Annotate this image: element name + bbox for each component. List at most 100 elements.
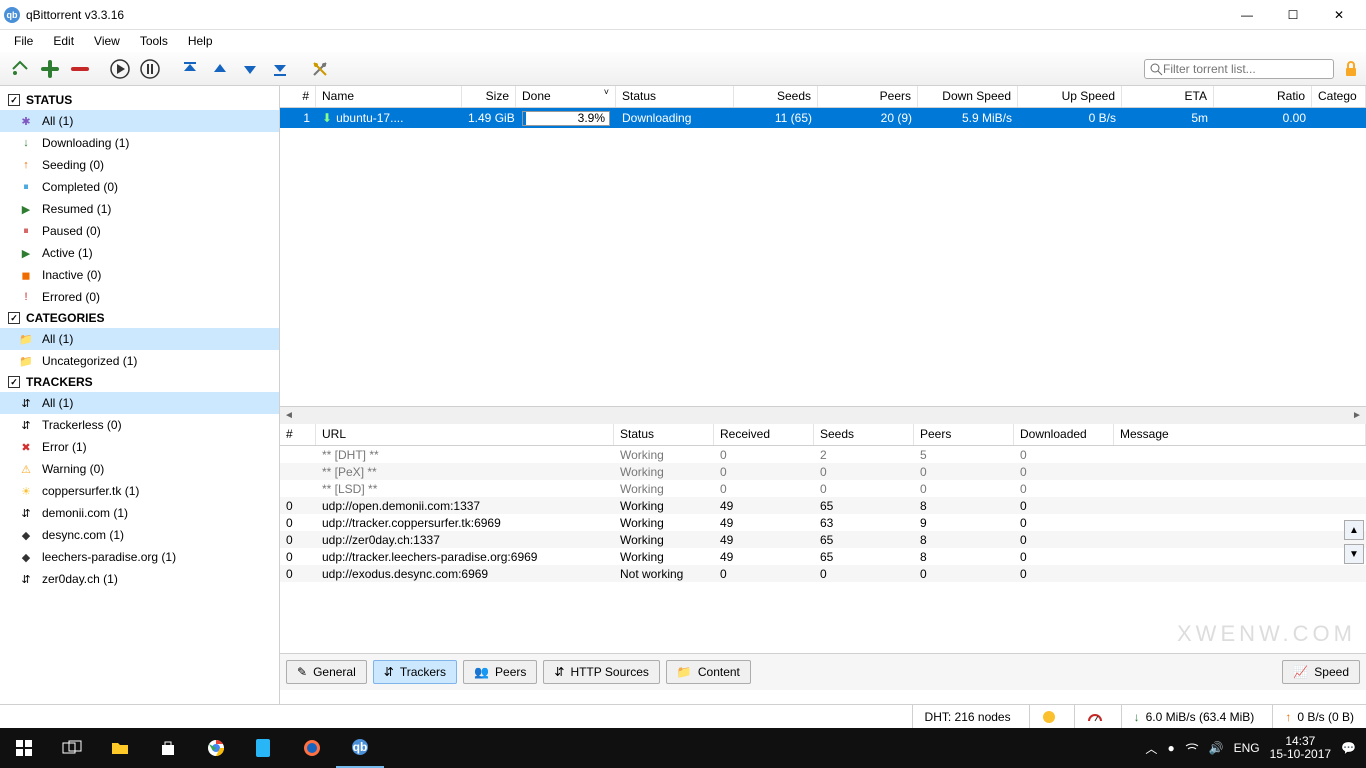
sidebar-item[interactable]: !Errored (0) xyxy=(0,286,279,308)
minimize-button[interactable]: — xyxy=(1224,0,1270,30)
tcol-peers[interactable]: Peers xyxy=(914,424,1014,445)
tcol-num[interactable]: # xyxy=(280,424,316,445)
settings-button[interactable] xyxy=(306,55,334,83)
col-down[interactable]: Down Speed xyxy=(918,86,1018,107)
sidebar-item[interactable]: ⇵Trackerless (0) xyxy=(0,414,279,436)
lock-icon[interactable] xyxy=(1342,60,1360,78)
tab-trackers[interactable]: ⇵Trackers xyxy=(373,660,457,684)
move-bottom-button[interactable] xyxy=(266,55,294,83)
taskview-icon[interactable] xyxy=(48,728,96,768)
col-up[interactable]: Up Speed xyxy=(1018,86,1122,107)
col-eta[interactable]: ETA xyxy=(1122,86,1214,107)
tab-peers[interactable]: 👥Peers xyxy=(463,660,537,684)
sidebar-item[interactable]: ✖Error (1) xyxy=(0,436,279,458)
sidebar-item[interactable]: ↓Downloading (1) xyxy=(0,132,279,154)
explorer-icon[interactable] xyxy=(96,728,144,768)
tray-lang[interactable]: ENG xyxy=(1234,741,1260,755)
sidebar-item[interactable]: ◆desync.com (1) xyxy=(0,524,279,546)
tab-general[interactable]: ✎General xyxy=(286,660,367,684)
tray-chevron-icon[interactable]: ︿ xyxy=(1145,740,1157,757)
sidebar-item[interactable]: 📁Uncategorized (1) xyxy=(0,350,279,372)
col-category[interactable]: Catego xyxy=(1312,86,1366,107)
start-button[interactable] xyxy=(0,728,48,768)
tracker-list[interactable]: ** [DHT] **Working0250** [PeX] **Working… xyxy=(280,446,1366,654)
tracker-row[interactable]: 0udp://tracker.leechers-paradise.org:696… xyxy=(280,548,1366,565)
tray-volume-icon[interactable]: 🔊 xyxy=(1209,741,1224,755)
up-arrow-icon[interactable]: ▲ xyxy=(1344,520,1364,540)
tcol-dl[interactable]: Downloaded xyxy=(1014,424,1114,445)
sidebar-item[interactable]: ▶Resumed (1) xyxy=(0,198,279,220)
tcol-status[interactable]: Status xyxy=(614,424,714,445)
tray-wifi-icon[interactable] xyxy=(1185,742,1199,754)
store-icon[interactable] xyxy=(144,728,192,768)
sidebar-item[interactable]: ⇵demonii.com (1) xyxy=(0,502,279,524)
add-link-button[interactable] xyxy=(6,55,34,83)
menu-help[interactable]: Help xyxy=(178,32,223,50)
sidebar-trackers-header[interactable]: ✓TRACKERS xyxy=(0,372,279,392)
menu-tools[interactable]: Tools xyxy=(130,32,178,50)
menu-edit[interactable]: Edit xyxy=(43,32,84,50)
menu-file[interactable]: File xyxy=(4,32,43,50)
down-arrow-icon[interactable]: ▼ xyxy=(1344,544,1364,564)
move-up-button[interactable] xyxy=(206,55,234,83)
col-ratio[interactable]: Ratio xyxy=(1214,86,1312,107)
speed-dial-icon[interactable] xyxy=(1074,705,1103,728)
move-top-button[interactable] xyxy=(176,55,204,83)
col-done[interactable]: Done˅ xyxy=(516,86,616,107)
tracker-row[interactable]: ** [LSD] **Working0000 xyxy=(280,480,1366,497)
sidebar-item[interactable]: 📁All (1) xyxy=(0,328,279,350)
col-status[interactable]: Status xyxy=(616,86,734,107)
tracker-row[interactable]: 0udp://open.demonii.com:1337Working49658… xyxy=(280,497,1366,514)
qbittorrent-task-icon[interactable]: qb xyxy=(336,728,384,768)
tab-content[interactable]: 📁Content xyxy=(666,660,751,684)
remove-button[interactable] xyxy=(66,55,94,83)
tracker-row[interactable]: 0udp://zer0day.ch:1337Working496580 xyxy=(280,531,1366,548)
tracker-row[interactable]: ** [PeX] **Working0000 xyxy=(280,463,1366,480)
sidebar-item[interactable]: ⏸Paused (0) xyxy=(0,220,279,242)
sidebar-item[interactable]: ✱All (1) xyxy=(0,110,279,132)
maximize-button[interactable]: ☐ xyxy=(1270,0,1316,30)
torrent-row[interactable]: 1⬇ubuntu-17....1.49 GiB3.9%Downloading11… xyxy=(280,108,1366,128)
col-size[interactable]: Size xyxy=(462,86,516,107)
sidebar-categories-header[interactable]: ✓CATEGORIES xyxy=(0,308,279,328)
sidebar-item[interactable]: ◆leechers-paradise.org (1) xyxy=(0,546,279,568)
tcol-seeds[interactable]: Seeds xyxy=(814,424,914,445)
tcol-msg[interactable]: Message xyxy=(1114,424,1366,445)
tcol-url[interactable]: URL xyxy=(316,424,614,445)
tcol-recv[interactable]: Received xyxy=(714,424,814,445)
sidebar-item[interactable]: ▶Active (1) xyxy=(0,242,279,264)
tracker-row[interactable]: 0udp://exodus.desync.com:6969Not working… xyxy=(280,565,1366,582)
col-name[interactable]: Name xyxy=(316,86,462,107)
tray-qb-icon[interactable]: ● xyxy=(1167,741,1174,755)
add-torrent-button[interactable] xyxy=(36,55,64,83)
col-num[interactable]: # xyxy=(280,86,316,107)
col-seeds[interactable]: Seeds xyxy=(734,86,818,107)
system-tray[interactable]: ︿ ● 🔊 ENG 14:3715-10-2017 💬 xyxy=(1135,735,1366,761)
tray-clock[interactable]: 14:3715-10-2017 xyxy=(1270,735,1331,761)
torrent-list[interactable]: 1⬇ubuntu-17....1.49 GiB3.9%Downloading11… xyxy=(280,108,1366,406)
tracker-row[interactable]: ** [DHT] **Working0250 xyxy=(280,446,1366,463)
col-peers[interactable]: Peers xyxy=(818,86,918,107)
tab-http[interactable]: ⇵HTTP Sources xyxy=(543,660,660,684)
sidebar-item[interactable]: ⏸Completed (0) xyxy=(0,176,279,198)
sidebar-item[interactable]: ☀coppersurfer.tk (1) xyxy=(0,480,279,502)
sidebar-item[interactable]: ⚠Warning (0) xyxy=(0,458,279,480)
sidebar-item[interactable]: ◼Inactive (0) xyxy=(0,264,279,286)
sidebar-status-header[interactable]: ✓STATUS xyxy=(0,90,279,110)
notes-icon[interactable] xyxy=(240,728,288,768)
h-scroll[interactable]: ◄► xyxy=(280,406,1366,424)
firefox-icon[interactable] xyxy=(288,728,336,768)
menu-view[interactable]: View xyxy=(84,32,130,50)
sidebar-item[interactable]: ⇵All (1) xyxy=(0,392,279,414)
tracker-row[interactable]: 0udp://tracker.coppersurfer.tk:6969Worki… xyxy=(280,514,1366,531)
sidebar-item[interactable]: ⇵zer0day.ch (1) xyxy=(0,568,279,590)
filter-box[interactable] xyxy=(1144,59,1334,79)
close-button[interactable]: ✕ xyxy=(1316,0,1362,30)
move-down-button[interactable] xyxy=(236,55,264,83)
pause-button[interactable] xyxy=(136,55,164,83)
sidebar-item[interactable]: ↑Seeding (0) xyxy=(0,154,279,176)
tab-speed[interactable]: 📈Speed xyxy=(1282,660,1360,684)
chrome-icon[interactable] xyxy=(192,728,240,768)
tray-notifications-icon[interactable]: 💬 xyxy=(1341,741,1356,755)
resume-button[interactable] xyxy=(106,55,134,83)
